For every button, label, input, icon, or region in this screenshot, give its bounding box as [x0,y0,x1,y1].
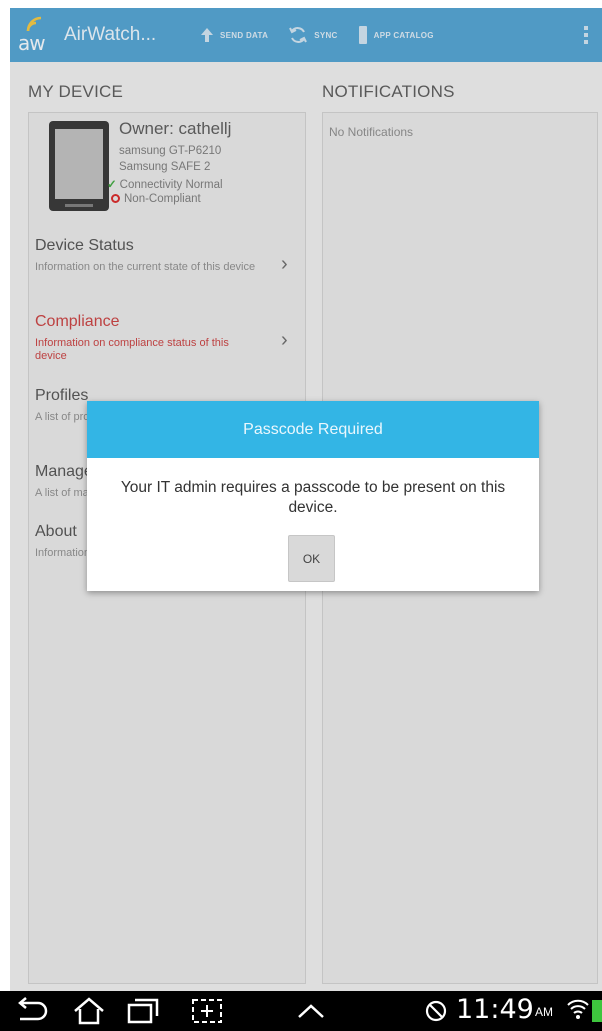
ok-button[interactable]: OK [288,535,335,582]
screenshot-icon[interactable] [190,997,224,1030]
dialog-message: Your IT admin requires a passcode to be … [120,479,506,516]
home-icon[interactable] [72,997,106,1030]
passcode-dialog: Passcode Required Your IT admin requires… [87,401,539,591]
recent-apps-icon[interactable] [126,997,160,1030]
clock-time: 11:49 [456,994,534,1025]
clock-ampm: AM [535,1005,553,1019]
wifi-icon [567,997,589,1028]
back-icon[interactable] [14,997,50,1030]
sync-off-icon [424,999,448,1028]
system-nav-bar: 11:49 AM [0,991,602,1031]
dialog-title: Passcode Required [87,401,539,458]
chevron-up-icon[interactable] [296,997,326,1030]
battery-icon [592,1000,602,1022]
